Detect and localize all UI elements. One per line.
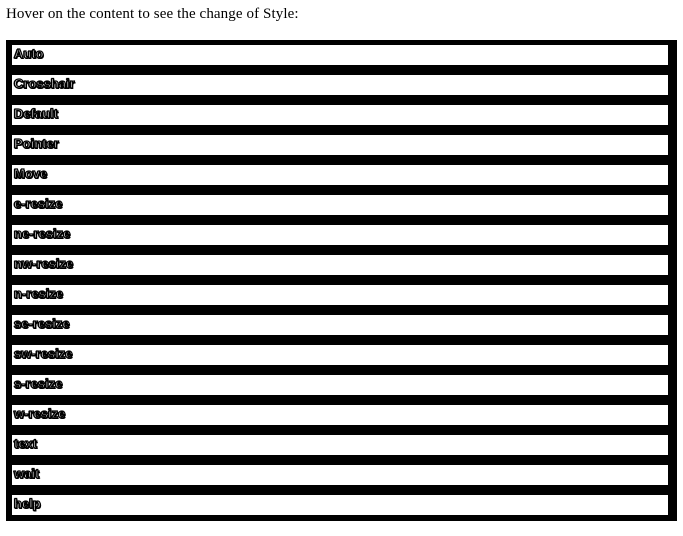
list-item-sw-resize[interactable]: sw-resize xyxy=(10,343,671,368)
list-item-move[interactable]: Move xyxy=(10,163,671,188)
list-item-se-resize[interactable]: se-resize xyxy=(10,313,671,338)
list-item-label: Pointer xyxy=(13,135,59,151)
list-item-pointer[interactable]: Pointer xyxy=(10,133,671,158)
list-item-label: Move xyxy=(13,165,48,181)
list-item-label: ne-resize xyxy=(13,225,71,241)
list-item-label: Auto xyxy=(13,45,44,61)
list-item-wait[interactable]: wait xyxy=(10,463,671,488)
list-item-label: nw-resize xyxy=(13,255,74,271)
list-item-label: sw-resize xyxy=(13,345,73,361)
list-item-label: Crosshair xyxy=(13,75,75,91)
list-item-n-resize[interactable]: n-resize xyxy=(10,283,671,308)
list-item-crosshair[interactable]: Crosshair xyxy=(10,73,671,98)
list-item-e-resize[interactable]: e-resize xyxy=(10,193,671,218)
cursor-style-list-panel: Auto Crosshair Default Pointer Move e-re… xyxy=(6,40,677,521)
list-item-help[interactable]: help xyxy=(10,493,671,518)
list-item-auto[interactable]: Auto xyxy=(10,43,671,68)
list-item-w-resize[interactable]: w-resize xyxy=(10,403,671,428)
list-item-label: n-resize xyxy=(13,285,64,301)
list-item-label: wait xyxy=(13,465,40,481)
instruction-text: Hover on the content to see the change o… xyxy=(6,6,299,22)
list-item-default[interactable]: Default xyxy=(10,103,671,128)
cursor-style-list: Auto Crosshair Default Pointer Move e-re… xyxy=(10,43,671,518)
list-item-label: Default xyxy=(13,105,59,121)
list-item-label: w-resize xyxy=(13,405,66,421)
list-item-ne-resize[interactable]: ne-resize xyxy=(10,223,671,248)
list-item-label: se-resize xyxy=(13,315,70,331)
list-item-label: e-resize xyxy=(13,195,63,211)
list-item-s-resize[interactable]: s-resize xyxy=(10,373,671,398)
list-item-label: text xyxy=(13,435,38,451)
list-item-text[interactable]: text xyxy=(10,433,671,458)
list-item-label: s-resize xyxy=(13,375,63,391)
list-item-nw-resize[interactable]: nw-resize xyxy=(10,253,671,278)
list-item-label: help xyxy=(13,495,41,511)
